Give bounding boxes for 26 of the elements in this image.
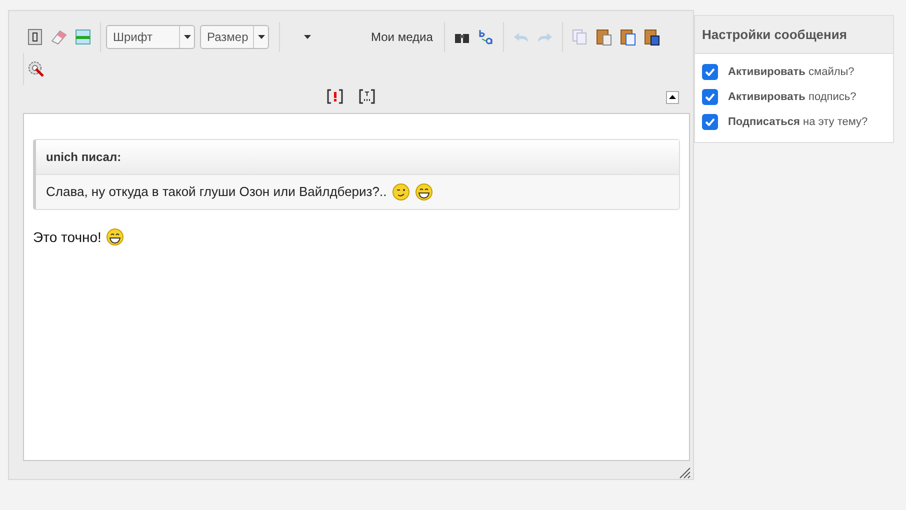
editor-text-area[interactable]: unich писал: Слава, ну откуда в такой глуши Озон или Вайлдбериз?.. Это точно!: [23, 112, 690, 462]
collapse-button[interactable]: [666, 90, 679, 104]
panel-title: Настройки сообщения: [695, 16, 893, 54]
checkbox[interactable]: [702, 89, 718, 105]
size-select[interactable]: Размер: [200, 24, 269, 49]
option-label: Активировать подпись?: [728, 91, 856, 103]
caret-icon: [304, 34, 310, 39]
checkbox[interactable]: [702, 114, 718, 130]
grinning-smiley-icon: [414, 182, 433, 201]
font-select[interactable]: Шрифт: [106, 24, 195, 49]
option-label: Подписаться на эту тему?: [728, 116, 868, 128]
checkmark-icon: [705, 93, 715, 101]
checkmark-icon: [705, 68, 715, 76]
quote-text: Слава, ну откуда в такой глуши Озон или Вайлдбериз?..: [46, 184, 387, 200]
resize-grip-icon[interactable]: [679, 467, 691, 479]
quote-author: unich писал:: [36, 140, 679, 175]
caret-icon: [258, 34, 264, 39]
my-media-button[interactable]: Мои медиа: [365, 30, 439, 44]
checkbox[interactable]: [702, 64, 718, 80]
winking-smiley-icon: [392, 182, 410, 201]
grinning-smiley-icon: [106, 228, 124, 246]
caret-up-icon: [669, 95, 676, 100]
option-label: Активировать смайлы?: [728, 66, 854, 78]
caret-icon: [184, 34, 190, 39]
checkmark-icon: [705, 118, 715, 126]
reply-text: Это точно!: [33, 228, 102, 245]
